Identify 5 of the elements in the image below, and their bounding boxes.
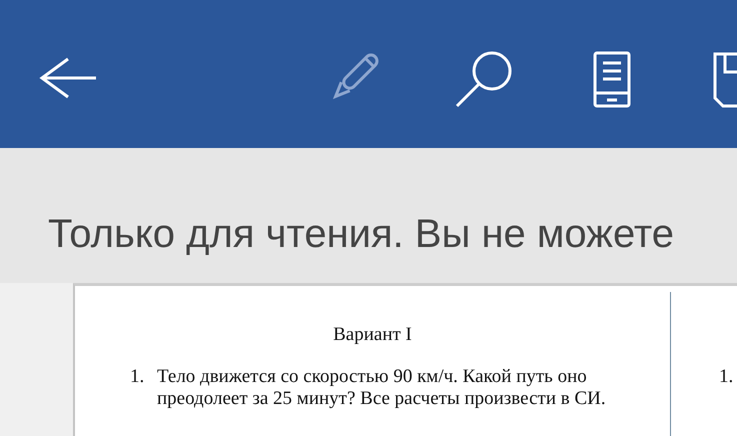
- document-heading: Вариант I: [333, 324, 412, 346]
- list-number: 1.: [130, 366, 146, 389]
- question-text: Тело движется со скоростью 90 км/ч. Какой путь оно преодолеет за 25 минут? Все расчеты произвести в СИ.: [157, 366, 607, 410]
- read-only-message: Только для чтения. Вы не можете: [48, 211, 674, 258]
- list-number: 1.: [719, 366, 734, 388]
